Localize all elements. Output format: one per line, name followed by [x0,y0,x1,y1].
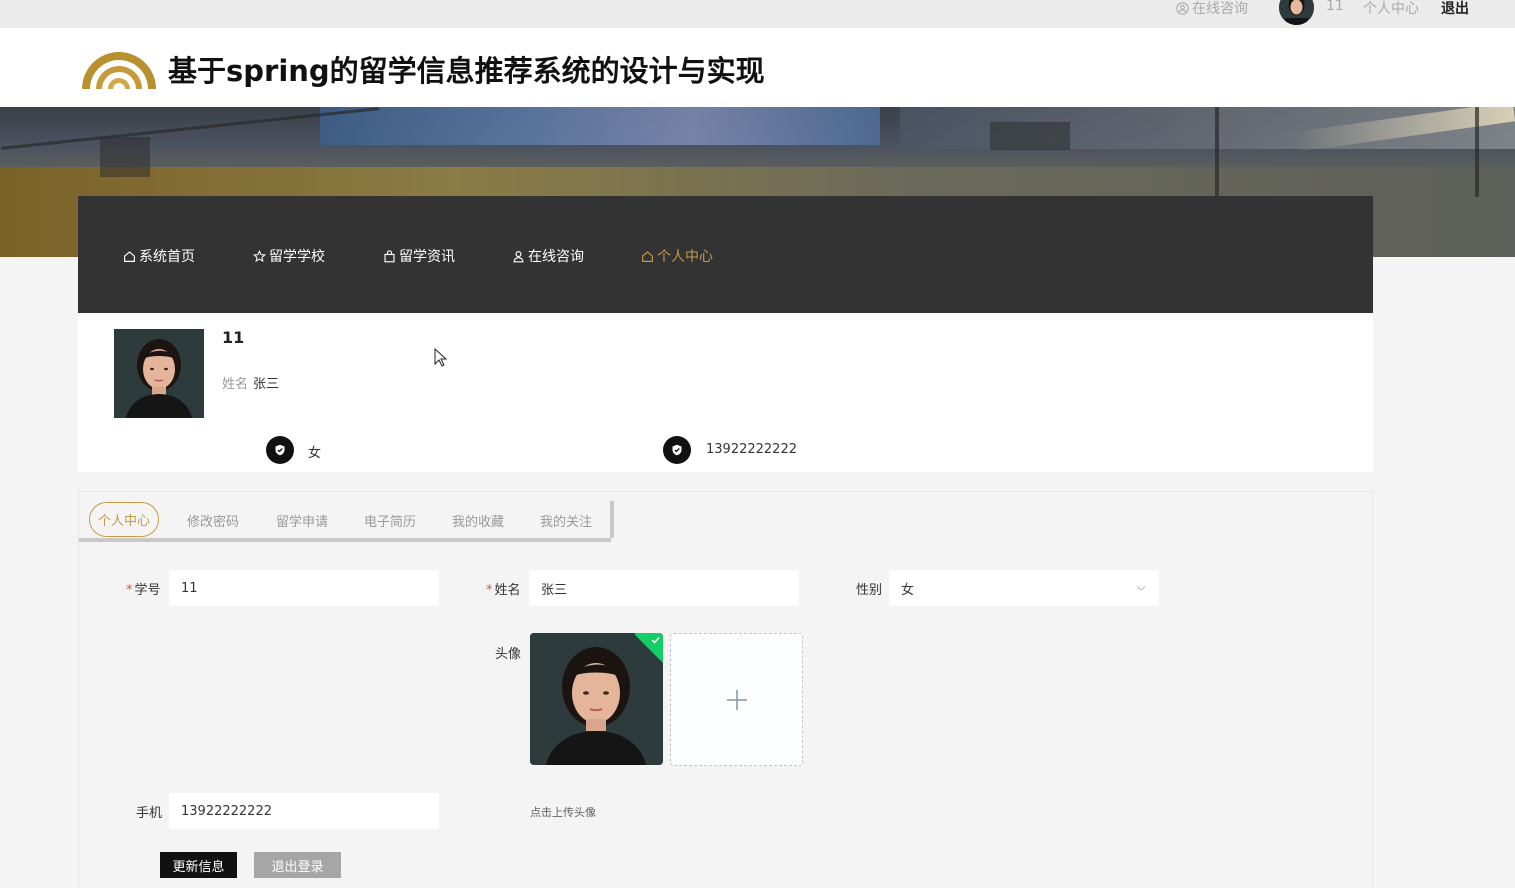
tab-favorites[interactable]: 我的收藏 [452,511,504,530]
top-bar: 在线咨询 11 个人中心 退出 [0,0,1515,28]
top-username[interactable]: 11 [1326,0,1344,14]
shield-icon [672,444,682,456]
upload-tip: 点击上传头像 [530,806,596,819]
nav-item-consult[interactable]: 在线咨询 [512,246,584,266]
nav-item-label: 在线咨询 [528,249,584,265]
nav-item-label: 个人中心 [657,249,713,265]
name-label: * 姓名 [486,579,521,598]
nav-item-label: 留学学校 [269,249,325,265]
tab-change-password[interactable]: 修改密码 [187,511,239,530]
gender-badge [266,436,294,464]
star-icon [253,249,266,262]
tab-scrollbar[interactable] [610,501,614,538]
nav-item-news[interactable]: 留学资讯 [383,246,455,266]
plus-icon [726,689,747,710]
site-header: 基于spring的留学信息推荐系统的设计与实现 [0,28,1515,107]
bag-icon [384,249,395,262]
tab-follows[interactable]: 我的关注 [540,511,592,530]
phone-label: 手机 [136,806,163,821]
tab-study-abroad-apply[interactable]: 留学申请 [276,511,328,530]
nav-item-school[interactable]: 留学学校 [253,246,325,266]
phone-input[interactable]: 13922222222 [169,793,439,829]
chevron-down-icon [1136,586,1146,591]
user-icon [513,250,524,262]
profile-gender: 女 [308,446,322,461]
profile-name-label: 姓名 [222,377,249,392]
phone-badge [663,436,691,464]
check-icon [651,636,660,644]
profile-avatar [114,329,204,418]
site-title: 基于spring的留学信息推荐系统的设计与实现 [168,54,765,88]
profile-name-value: 张三 [253,377,280,392]
required-mark: * [486,583,493,598]
top-consult-label: 在线咨询 [1192,1,1248,17]
student-no-label-text: 学号 [134,583,161,598]
shield-icon [275,444,285,456]
nav-item-label: 系统首页 [139,249,195,265]
gender-label: 性别 [856,583,883,598]
mouse-cursor-icon [434,348,448,367]
update-info-button[interactable]: 更新信息 [160,852,237,878]
name-input[interactable]: 张三 [529,570,799,606]
top-logout-link[interactable]: 退出 [1441,0,1469,18]
avatar-thumbnail[interactable] [530,633,663,765]
logout-button[interactable]: 退出登录 [254,852,341,878]
profile-card: 11 姓名 张三 女 13922222222 [78,313,1373,472]
home-icon [124,250,135,262]
tab-resume[interactable]: 电子简历 [364,511,416,530]
tab-bar: 个人中心 修改密码 留学申请 电子简历 我的收藏 我的关注 [79,492,611,542]
profile-name-row: 姓名 张三 [222,373,279,392]
nav-item-label: 留学资讯 [399,249,455,265]
avatar-upload-button[interactable] [670,633,803,766]
gender-select-value: 女 [901,582,915,598]
name-label-text: 姓名 [494,583,521,598]
site-logo [82,52,156,89]
tab-personal-center[interactable]: 个人中心 [89,502,159,537]
top-avatar[interactable] [1279,0,1314,25]
avatar-label: 头像 [495,647,522,662]
nav-item-center[interactable]: 个人中心 [641,246,713,266]
user-circle-icon [1176,1,1189,15]
profile-username: 11 [222,328,245,347]
gender-select[interactable]: 女 [889,570,1159,606]
top-center-link[interactable]: 个人中心 [1363,0,1419,18]
student-no-input[interactable]: 11 [169,570,439,606]
required-mark: * [126,583,133,598]
student-no-label: * 学号 [126,579,161,598]
nav-item-home[interactable]: 系统首页 [123,246,195,266]
main-nav: 系统首页 留学学校 留学资讯 在线咨询 个人中心 [78,196,1373,313]
center-panel: 个人中心 修改密码 留学申请 电子简历 我的收藏 我的关注 * 学号 11 * 姓名… [78,491,1373,888]
profile-phone: 13922222222 [706,442,797,457]
top-consult-link[interactable]: 在线咨询 [1176,0,1248,18]
home-icon [642,250,653,262]
